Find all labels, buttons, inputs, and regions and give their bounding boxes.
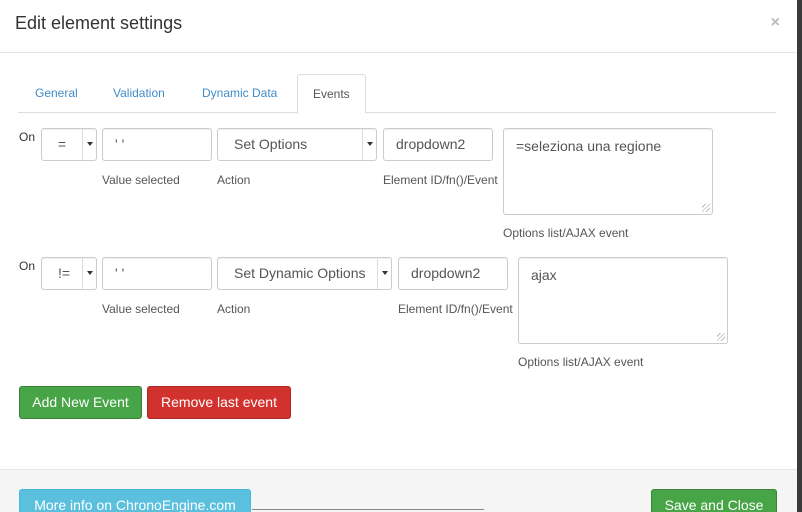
modal-header: Edit element settings × [0,0,797,53]
action-help: Action [217,302,251,316]
element-id-help: Element ID/fn()/Event [383,173,498,187]
element-id-input[interactable]: dropdown2 [383,128,493,161]
more-info-button[interactable]: More info on ChronoEngine.com [19,489,251,512]
chevron-down-icon [82,258,96,289]
modal-title: Edit element settings [15,13,183,33]
options-textarea[interactable]: =seleziona una regione [503,128,713,215]
divider [252,509,484,510]
options-help: Options list/AJAX event [503,226,629,240]
resize-handle-icon[interactable] [717,333,725,341]
options-value: ajax [531,267,557,283]
tab-dynamic-data[interactable]: Dynamic Data [187,74,292,113]
chevron-down-icon [82,129,96,160]
value-help: Value selected [102,173,180,187]
tab-bar: General Validation Dynamic Data Events [18,74,776,114]
close-icon[interactable]: × [771,14,780,32]
operator-value: = [58,136,67,152]
backdrop-edge [797,0,802,512]
chevron-down-icon [377,258,391,289]
tab-validation[interactable]: Validation [98,74,180,113]
on-label: On [19,259,36,273]
tab-events[interactable]: Events [297,74,366,114]
options-help: Options list/AJAX event [518,355,644,369]
resize-handle-icon[interactable] [702,204,710,212]
value-input[interactable]: ' ' [102,128,212,161]
chevron-down-icon [362,129,376,160]
operator-select[interactable]: = [41,128,97,161]
action-select[interactable]: Set Options [217,128,377,161]
operator-value: != [58,265,71,281]
add-event-button[interactable]: Add New Event [19,386,142,419]
action-select[interactable]: Set Dynamic Options [217,257,392,290]
element-id-help: Element ID/fn()/Event [398,302,513,316]
tab-general[interactable]: General [20,74,93,113]
edit-element-modal: Edit element settings × General Validati… [0,0,797,512]
operator-select[interactable]: != [41,257,97,290]
on-label: On [19,130,36,144]
action-value: Set Dynamic Options [234,265,366,281]
remove-event-button[interactable]: Remove last event [147,386,291,419]
action-help: Action [217,173,251,187]
options-value: =seleziona una regione [516,138,662,154]
action-value: Set Options [234,136,308,152]
options-textarea[interactable]: ajax [518,257,728,344]
value-help: Value selected [102,302,180,316]
value-input[interactable]: ' ' [102,257,212,290]
element-id-input[interactable]: dropdown2 [398,257,508,290]
save-close-button[interactable]: Save and Close [651,489,777,512]
modal-footer: More info on ChronoEngine.com Save and C… [0,469,797,512]
